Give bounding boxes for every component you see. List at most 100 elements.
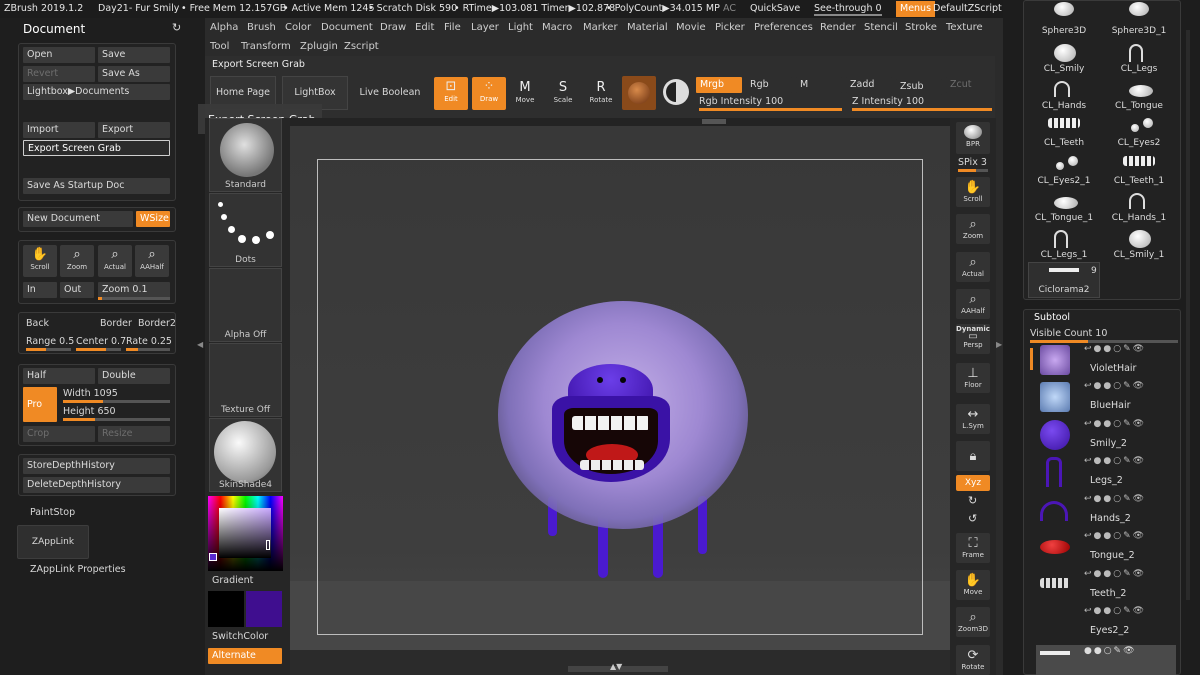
menu-stencil[interactable]: Stencil [864,22,898,33]
aahalf-button[interactable]: ⌕ AAHalf [135,245,169,277]
new-document-button[interactable]: New Document [23,211,133,227]
subtool-icons[interactable]: ↩●●○✎👁 [1084,419,1146,429]
edit-mode-button[interactable]: ⊡ Edit [434,77,468,110]
menu-render[interactable]: Render [820,22,856,33]
rgb-intensity-track[interactable] [699,108,842,111]
center-slider[interactable]: Center 0.7 [76,336,126,347]
height-slider[interactable]: Height 650 [63,406,116,417]
see-through-slider[interactable]: See-through 0 [814,3,882,16]
draw-mode-button[interactable]: ⁘ Draw [472,77,506,110]
ciclorama-thumb[interactable]: 9 Ciclorama2 [1028,262,1100,298]
subtool-title[interactable]: Subtool [1034,312,1070,323]
subtool-row[interactable]: ↩●●○✎👁 Smily_2 [1036,418,1176,455]
right-scrollbar[interactable] [1186,30,1190,600]
rate-slider[interactable]: Rate 0.25 [126,336,172,347]
menu-marker[interactable]: Marker [583,22,618,33]
scroll-view-button[interactable]: ✋ Scroll [956,177,990,207]
move-view-button[interactable]: ✋ Move [956,570,990,600]
menu-alpha[interactable]: Alpha [210,22,238,33]
tool-thumb[interactable]: CL_Smily [1028,40,1100,76]
refresh-icon[interactable]: ↻ [172,21,181,34]
rotate-view-button[interactable]: ⟳ Rotate [956,645,990,675]
import-button[interactable]: Import [23,122,95,138]
actual-button[interactable]: ⌕ Actual [98,245,132,277]
menu-brush[interactable]: Brush [247,22,276,33]
secondary-color-swatch[interactable] [246,591,282,627]
lsym-button[interactable]: ↔ L.Sym [956,404,990,434]
menu-macro[interactable]: Macro [542,22,572,33]
tool-thumb[interactable]: CL_Hands [1028,77,1100,113]
menu-preferences[interactable]: Preferences [754,22,813,33]
rate-slider-track[interactable] [126,348,170,351]
half-button[interactable]: Half [23,368,95,384]
width-slider-track[interactable] [63,400,170,403]
crop-button[interactable]: Crop [23,426,95,442]
subtool-row[interactable]: ↩●●○✎👁 Tongue_2 [1036,530,1176,567]
subtool-row[interactable]: ↩●●○✎👁 Hands_2 [1036,493,1176,530]
stroke-slot[interactable]: Dots [209,193,282,267]
material-swatch[interactable] [622,76,656,110]
menu-picker[interactable]: Picker [715,22,745,33]
width-slider[interactable]: Width 1095 [63,388,118,399]
canvas-top-scroll[interactable] [290,118,950,126]
zapplink-properties-label[interactable]: ZAppLink Properties [30,564,126,575]
zoom-button[interactable]: ⌕ Zoom [60,245,94,277]
zsub-button[interactable]: Zsub [896,79,942,95]
lock-button[interactable]: 🔒︎ [956,441,990,471]
floor-button[interactable]: ⊥ Floor [956,363,990,393]
menu-edit[interactable]: Edit [415,22,434,33]
tool-thumb[interactable]: CL_Legs_1 [1028,226,1100,262]
open-button[interactable]: Open [23,47,95,63]
wsize-button[interactable]: WSize [136,211,170,227]
height-slider-track[interactable] [63,418,170,421]
color-switch-icon[interactable] [663,79,689,105]
spix-slider[interactable]: SPix 3 [958,157,987,168]
menus-toggle[interactable]: Menus [896,1,936,17]
persp-button[interactable]: Dynamic ▭ Persp [956,324,990,354]
subtool-row[interactable]: ↩●●○✎👁 Teeth_2 [1036,568,1176,605]
border2-button[interactable]: Border2 [138,318,176,329]
mrgb-button[interactable]: Mrgb [696,77,742,93]
expand-arrows-icon[interactable]: ▲▼ [610,662,622,671]
texture-slot[interactable]: Texture Off [209,343,282,417]
subtool-row[interactable]: ↩●●○✎👁 Legs_2 [1036,455,1176,492]
menu-color[interactable]: Color [285,22,311,33]
revert-button[interactable]: Revert [23,66,95,82]
zoom3d-button[interactable]: ⌕ Zoom3D [956,607,990,637]
export-button[interactable]: Export [98,122,170,138]
scale-mode-button[interactable]: S Scale [548,78,578,109]
alternate-button[interactable]: Alternate [208,648,282,664]
tool-thumb[interactable]: CL_Tongue [1103,77,1175,113]
store-depth-history-button[interactable]: StoreDepthHistory [23,458,170,474]
tool-thumb[interactable]: CL_Legs [1103,40,1175,76]
tool-thumb[interactable]: CL_Eyes2 [1103,114,1175,150]
rotate-z-icon[interactable]: ↺ [968,512,977,525]
paintstop-label[interactable]: PaintStop [30,507,75,518]
subtool-icons[interactable]: ↩●●○✎👁 [1084,531,1146,541]
rgb-button[interactable]: Rgb [746,77,792,93]
tool-thumb[interactable]: Sphere3D [1028,2,1100,38]
zcut-button[interactable]: Zcut [946,77,992,93]
scroll-button[interactable]: ✋ Scroll [23,245,57,277]
menu-movie[interactable]: Movie [676,22,706,33]
menu-document[interactable]: Document [321,22,373,33]
subtool-icons[interactable]: ↩●●○✎👁 [1084,569,1146,579]
ac-label[interactable]: AC [723,3,736,14]
spix-track[interactable] [958,169,988,172]
resize-button[interactable]: Resize [98,426,170,442]
menu-tool[interactable]: Tool [210,41,229,52]
zoom-slider[interactable]: Zoom 0.1 [98,282,170,298]
tool-thumb[interactable]: Sphere3D_1 [1103,2,1175,38]
bpr-button[interactable]: BPR [956,122,990,154]
tool-thumb[interactable]: CL_Teeth_1 [1103,152,1175,188]
xyz-button[interactable]: Xyz [956,475,990,491]
live-boolean-button[interactable]: Live Boolean [355,76,425,110]
subtool-icons[interactable]: ↩●●○✎👁 [1084,381,1146,391]
back-button[interactable]: Back [26,318,49,329]
subtool-row[interactable]: ↩●●○✎👁 Eyes2_2 [1036,605,1176,642]
zadd-button[interactable]: Zadd [846,77,892,93]
menu-light[interactable]: Light [508,22,533,33]
menu-material[interactable]: Material [627,22,668,33]
actual-view-button[interactable]: ⌕ Actual [956,252,990,282]
subtool-row[interactable]: ↩●●○✎👁 BlueHair [1036,380,1176,417]
